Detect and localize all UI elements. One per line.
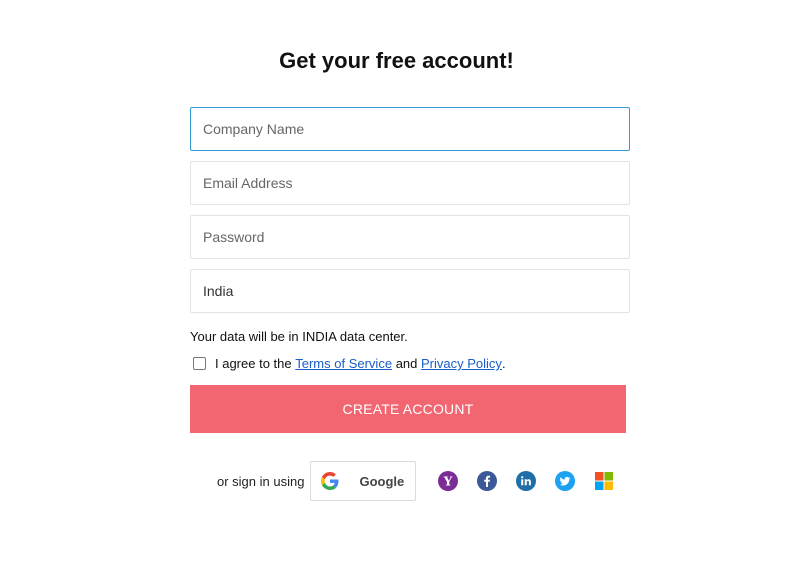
country-input[interactable] <box>190 269 630 313</box>
svg-text:Y: Y <box>443 475 453 489</box>
company-name-input[interactable] <box>190 107 630 151</box>
google-signin-button[interactable]: Google <box>310 461 417 501</box>
social-signin-row: or sign in using Google Y <box>217 461 623 501</box>
twitter-icon[interactable] <box>555 471 576 491</box>
terms-of-service-link[interactable]: Terms of Service <box>295 356 392 371</box>
page-title: Get your free account! <box>279 48 514 73</box>
terms-checkbox[interactable] <box>193 357 206 370</box>
microsoft-icon[interactable] <box>594 471 614 491</box>
google-label: Google <box>359 473 405 489</box>
signin-label: or sign in using <box>217 473 305 489</box>
email-address-input[interactable] <box>190 161 630 205</box>
google-icon <box>321 472 339 490</box>
privacy-policy-link[interactable]: Privacy Policy <box>421 356 502 371</box>
agree-prefix-text: I agree to the <box>215 356 292 371</box>
terms-agreement-row: I agree to the Terms of Service and Priv… <box>193 356 506 371</box>
create-account-button[interactable]: CREATE ACCOUNT <box>190 385 626 433</box>
data-center-note: Your data will be in INDIA data center. <box>190 329 408 344</box>
password-input[interactable] <box>190 215 630 259</box>
yahoo-icon[interactable]: Y <box>438 471 459 491</box>
period-text: . <box>501 356 506 371</box>
and-text: and <box>395 356 418 371</box>
facebook-icon[interactable] <box>477 471 498 491</box>
linkedin-icon[interactable] <box>516 471 537 491</box>
